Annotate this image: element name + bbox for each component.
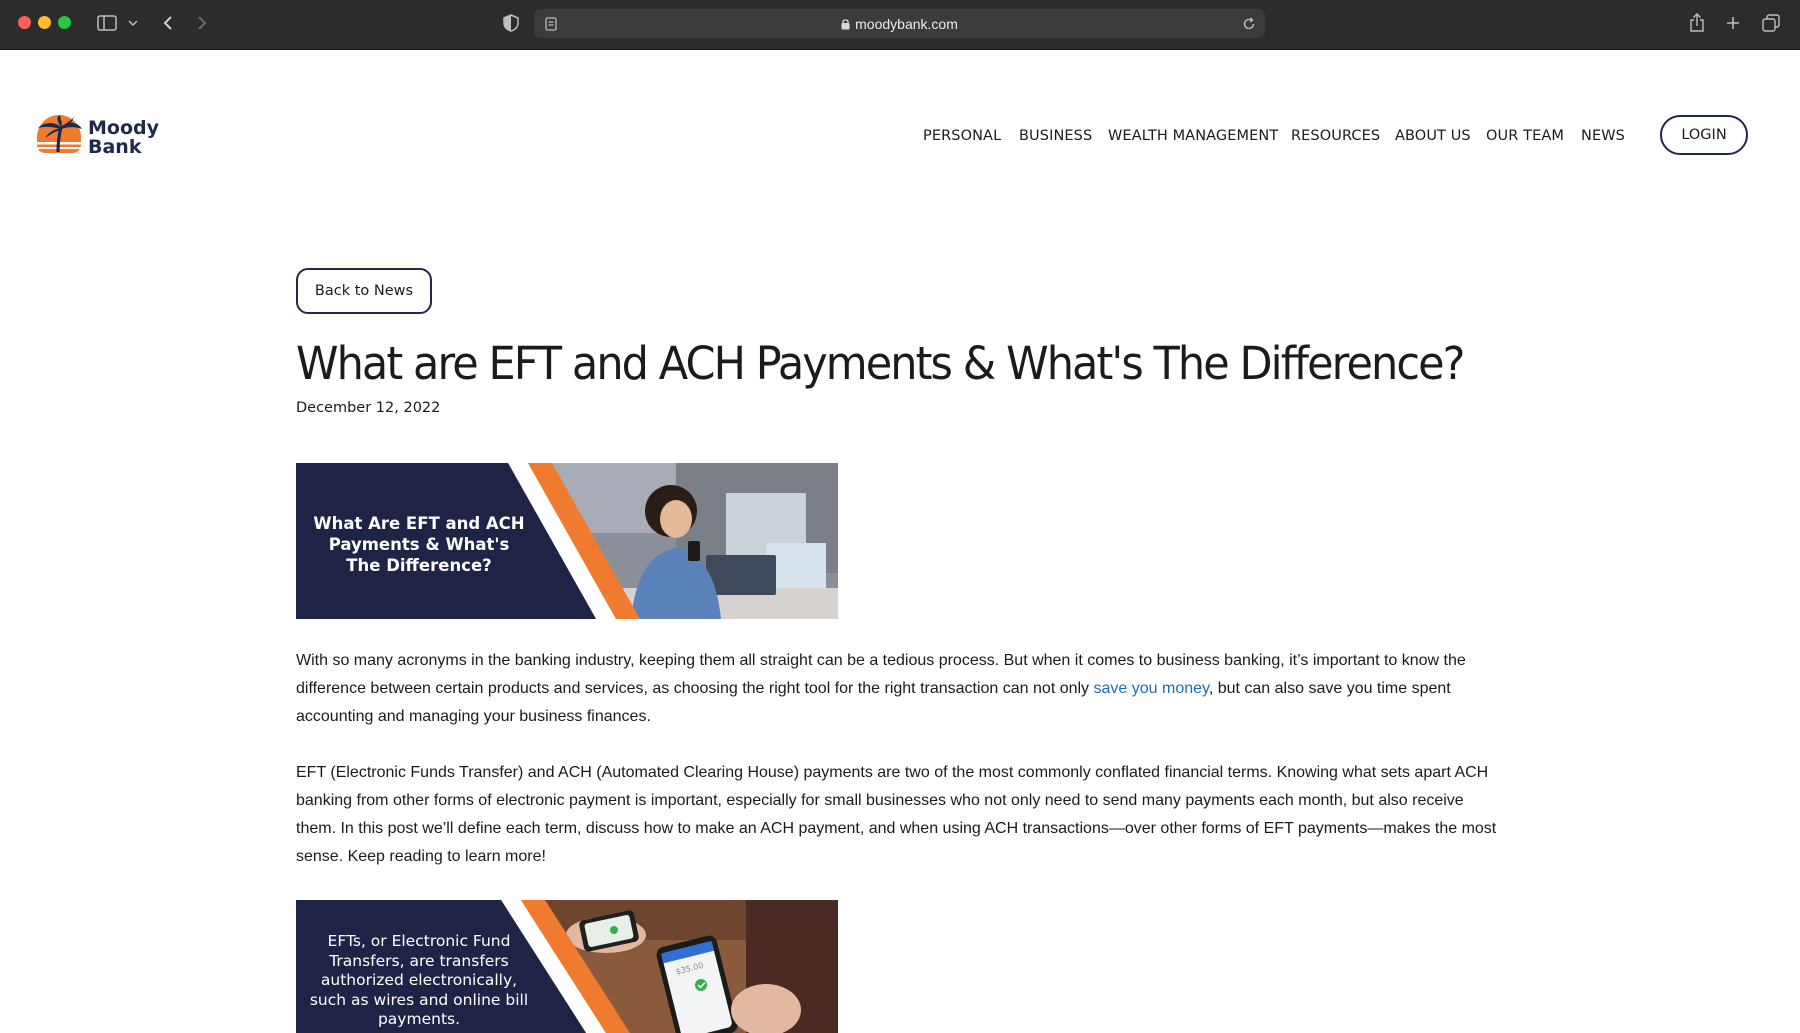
article-paragraph-2: EFT (Electronic Funds Transfer) and ACH … <box>296 764 1497 865</box>
inline-caption-line: such as wires and online bill <box>309 990 529 1009</box>
privacy-shield-icon[interactable] <box>500 12 522 34</box>
nav-item-wealth-management[interactable]: WEALTH MANAGEMENT <box>1108 128 1278 144</box>
article-hero-image: What Are EFT and ACH Payments & What's T… <box>296 463 838 619</box>
browser-toolbar: moodybank.com <box>0 0 1800 50</box>
hero-caption-line: The Difference? <box>346 556 492 575</box>
nav-item-business[interactable]: BUSINESS <box>1019 128 1092 144</box>
hero-caption-line: Payments & What's <box>328 535 510 554</box>
nav-item-about-us[interactable]: ABOUT US <box>1395 128 1471 144</box>
close-window-button[interactable] <box>18 16 31 29</box>
back-arrow-icon[interactable] <box>158 12 178 34</box>
nav-item-news[interactable]: NEWS <box>1581 128 1625 144</box>
login-button[interactable]: LOGIN <box>1660 115 1748 155</box>
zoom-window-button[interactable] <box>58 16 71 29</box>
forward-arrow-icon[interactable] <box>192 12 212 34</box>
url-display: moodybank.com <box>534 16 1265 33</box>
address-bar[interactable]: moodybank.com <box>534 9 1265 38</box>
minimize-window-button[interactable] <box>38 16 51 29</box>
tab-overview-icon[interactable] <box>1760 12 1782 34</box>
article-inline-image: $35.00 EFTs, or Electronic Fund Transfer… <box>296 900 838 1033</box>
save-you-money-link[interactable]: save you money <box>1094 680 1209 697</box>
inline-banner-caption: EFTs, or Electronic Fund Transfers, are … <box>296 932 542 1030</box>
inline-caption-line: authorized electronically, <box>320 971 518 989</box>
article-paragraph-1: With so many acronyms in the banking ind… <box>296 647 1506 731</box>
article-title: What are EFT and ACH Payments & What's T… <box>296 337 1465 390</box>
reload-icon[interactable] <box>1240 13 1258 35</box>
inline-caption-line: EFTs, or Electronic Fund <box>327 932 511 950</box>
article-date: December 12, 2022 <box>296 400 441 416</box>
back-to-news-button[interactable]: Back to News <box>296 268 432 314</box>
lock-icon <box>841 17 850 33</box>
hero-caption-line: What Are EFT and ACH <box>313 514 525 533</box>
main-navigation: PERSONAL BUSINESS WEALTH MANAGEMENT RESO… <box>0 125 1800 149</box>
hero-banner-caption: What Are EFT and ACH Payments & What's T… <box>296 513 542 576</box>
url-text: moodybank.com <box>855 16 958 32</box>
new-tab-plus-icon[interactable] <box>1722 12 1744 34</box>
nav-item-personal[interactable]: PERSONAL <box>923 128 1001 144</box>
nav-item-resources[interactable]: RESOURCES <box>1291 128 1380 144</box>
nav-item-our-team[interactable]: OUR TEAM <box>1486 128 1564 144</box>
inline-caption-line: payments. <box>377 1010 461 1028</box>
chevron-down-icon[interactable] <box>126 12 140 34</box>
inline-caption-line: Transfers, are transfers <box>329 951 509 970</box>
share-icon[interactable] <box>1686 12 1708 34</box>
sidebar-toggle-icon[interactable] <box>96 12 118 34</box>
